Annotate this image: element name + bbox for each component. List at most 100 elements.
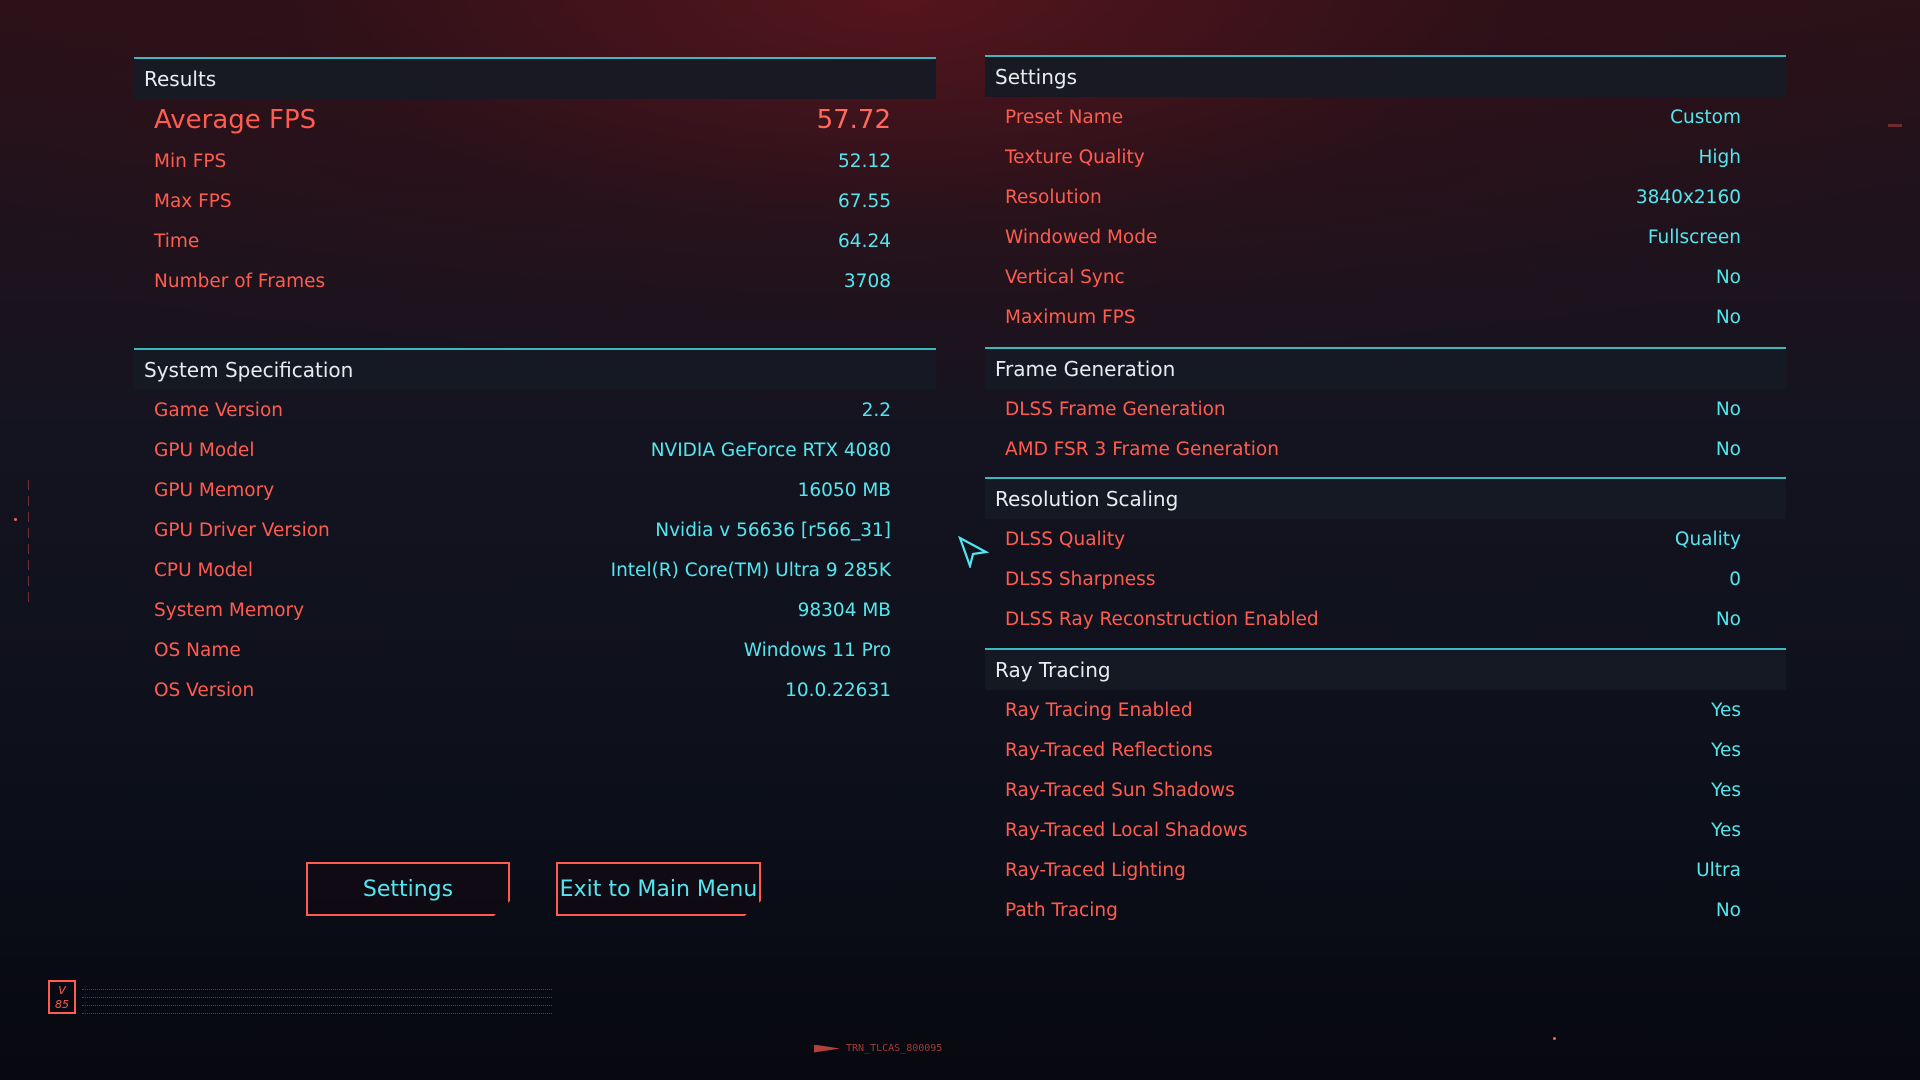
decor-dot	[14, 518, 17, 521]
setting-row: DLSS Ray Reconstruction Enabled No	[985, 599, 1786, 639]
spec-value: 98304 MB	[797, 599, 891, 621]
setting-row: Ray-Traced Sun Shadows Yes	[985, 770, 1786, 810]
arrow-icon	[814, 1044, 840, 1053]
spec-row: CPU Model Intel(R) Core(TM) Ultra 9 285K	[134, 550, 936, 590]
setting-label: Ray-Traced Reflections	[1005, 739, 1213, 761]
results-panel: Results Average FPS 57.72 Min FPS 52.12 …	[134, 57, 936, 301]
spec-value: 10.0.22631	[785, 679, 891, 701]
setting-row: Preset Name Custom	[985, 97, 1786, 137]
setting-label: AMD FSR 3 Frame Generation	[1005, 438, 1279, 460]
settings-button[interactable]: Settings	[306, 862, 510, 916]
results-header: Results	[134, 59, 936, 99]
mouse-cursor-icon	[958, 536, 990, 568]
spec-row: OS Version 10.0.22631	[134, 670, 936, 710]
setting-row: Ray-Traced Local Shadows Yes	[985, 810, 1786, 850]
stat-label: Min FPS	[154, 150, 227, 172]
setting-label: Resolution	[1005, 186, 1102, 208]
exit-to-main-menu-button[interactable]: Exit to Main Menu	[556, 862, 761, 916]
system-spec-header: System Specification	[134, 350, 936, 390]
fine-print-lines	[82, 989, 552, 1021]
stat-value: 52.12	[838, 150, 891, 172]
setting-value: Yes	[1711, 699, 1741, 721]
stat-label: Number of Frames	[154, 270, 326, 292]
setting-value: Fullscreen	[1647, 226, 1741, 248]
setting-row: Ray-Traced Lighting Ultra	[985, 850, 1786, 890]
stat-value: 67.55	[838, 190, 891, 212]
resolution-scaling-panel: Resolution Scaling DLSS Quality Quality …	[985, 477, 1786, 639]
spec-value: 16050 MB	[797, 479, 891, 501]
average-fps-row: Average FPS 57.72	[134, 99, 936, 141]
frame-generation-rows: DLSS Frame Generation No AMD FSR 3 Frame…	[985, 389, 1786, 469]
setting-value: 3840x2160	[1635, 186, 1741, 208]
settings-header: Settings	[985, 57, 1786, 97]
system-spec-panel: System Specification Game Version 2.2 GP…	[134, 348, 936, 710]
ray-tracing-rows: Ray Tracing Enabled Yes Ray-Traced Refle…	[985, 690, 1786, 930]
setting-value: No	[1715, 306, 1741, 328]
settings-panel: Settings Preset Name Custom Texture Qual…	[985, 55, 1786, 337]
spec-value: Nvidia v 56636 [r566_31]	[655, 519, 891, 541]
setting-row: Resolution 3840x2160	[985, 177, 1786, 217]
spec-row: GPU Memory 16050 MB	[134, 470, 936, 510]
setting-label: Vertical Sync	[1005, 266, 1125, 288]
spec-value: Intel(R) Core(TM) Ultra 9 285K	[610, 559, 891, 581]
spec-label: GPU Driver Version	[154, 519, 330, 541]
system-spec-rows: Game Version 2.2 GPU Model NVIDIA GeForc…	[134, 390, 936, 710]
setting-row: Ray-Traced Reflections Yes	[985, 730, 1786, 770]
resolution-scaling-rows: DLSS Quality Quality DLSS Sharpness 0 DL…	[985, 519, 1786, 639]
setting-value: No	[1715, 899, 1741, 921]
spec-label: OS Version	[154, 679, 255, 701]
setting-label: DLSS Quality	[1005, 528, 1126, 550]
setting-value: No	[1715, 608, 1741, 630]
spec-value: Windows 11 Pro	[743, 639, 891, 661]
setting-value: No	[1715, 398, 1741, 420]
setting-label: Maximum FPS	[1005, 306, 1136, 328]
setting-row: AMD FSR 3 Frame Generation No	[985, 429, 1786, 469]
build-code-text: TRN_TLCAS_800095	[846, 1043, 943, 1054]
setting-label: Ray-Traced Sun Shadows	[1005, 779, 1235, 801]
results-row: Number of Frames 3708	[134, 261, 936, 301]
setting-row: DLSS Frame Generation No	[985, 389, 1786, 429]
setting-row: DLSS Sharpness 0	[985, 559, 1786, 599]
setting-row: Maximum FPS No	[985, 297, 1786, 337]
spec-row: GPU Model NVIDIA GeForce RTX 4080	[134, 430, 936, 470]
results-rows: Average FPS 57.72 Min FPS 52.12 Max FPS …	[134, 99, 936, 301]
setting-value: No	[1715, 266, 1741, 288]
setting-row: DLSS Quality Quality	[985, 519, 1786, 559]
build-code: TRN_TLCAS_800095	[814, 1043, 942, 1054]
setting-value: High	[1698, 146, 1741, 168]
edge-marker	[1888, 124, 1902, 127]
setting-label: DLSS Sharpness	[1005, 568, 1156, 590]
stat-value: 64.24	[838, 230, 891, 252]
setting-value: Yes	[1711, 739, 1741, 761]
spec-label: GPU Model	[154, 439, 255, 461]
spec-label: GPU Memory	[154, 479, 275, 501]
setting-label: Ray-Traced Lighting	[1005, 859, 1186, 881]
setting-label: Texture Quality	[1005, 146, 1145, 168]
frame-generation-header: Frame Generation	[985, 349, 1786, 389]
setting-value: Custom	[1670, 106, 1741, 128]
setting-label: Path Tracing	[1005, 899, 1118, 921]
spec-value: NVIDIA GeForce RTX 4080	[650, 439, 891, 461]
setting-value: Quality	[1674, 528, 1741, 550]
results-row: Max FPS 67.55	[134, 181, 936, 221]
setting-label: Ray-Traced Local Shadows	[1005, 819, 1248, 841]
setting-label: DLSS Frame Generation	[1005, 398, 1226, 420]
ray-tracing-header: Ray Tracing	[985, 650, 1786, 690]
decor-dot	[1553, 1037, 1556, 1040]
setting-row: Windowed Mode Fullscreen	[985, 217, 1786, 257]
spec-label: OS Name	[154, 639, 241, 661]
results-row: Time 64.24	[134, 221, 936, 261]
setting-value: Ultra	[1696, 859, 1741, 881]
version-logo: V 85	[48, 980, 76, 1014]
setting-value: 0	[1729, 568, 1741, 590]
setting-row: Vertical Sync No	[985, 257, 1786, 297]
frame-generation-panel: Frame Generation DLSS Frame Generation N…	[985, 347, 1786, 469]
resolution-scaling-header: Resolution Scaling	[985, 479, 1786, 519]
spec-label: CPU Model	[154, 559, 254, 581]
stat-label: Max FPS	[154, 190, 232, 212]
average-fps-value: 57.72	[816, 105, 891, 135]
spec-row: GPU Driver Version Nvidia v 56636 [r566_…	[134, 510, 936, 550]
stat-label: Time	[154, 230, 200, 252]
settings-rows: Preset Name Custom Texture Quality High …	[985, 97, 1786, 337]
setting-label: Ray Tracing Enabled	[1005, 699, 1193, 721]
